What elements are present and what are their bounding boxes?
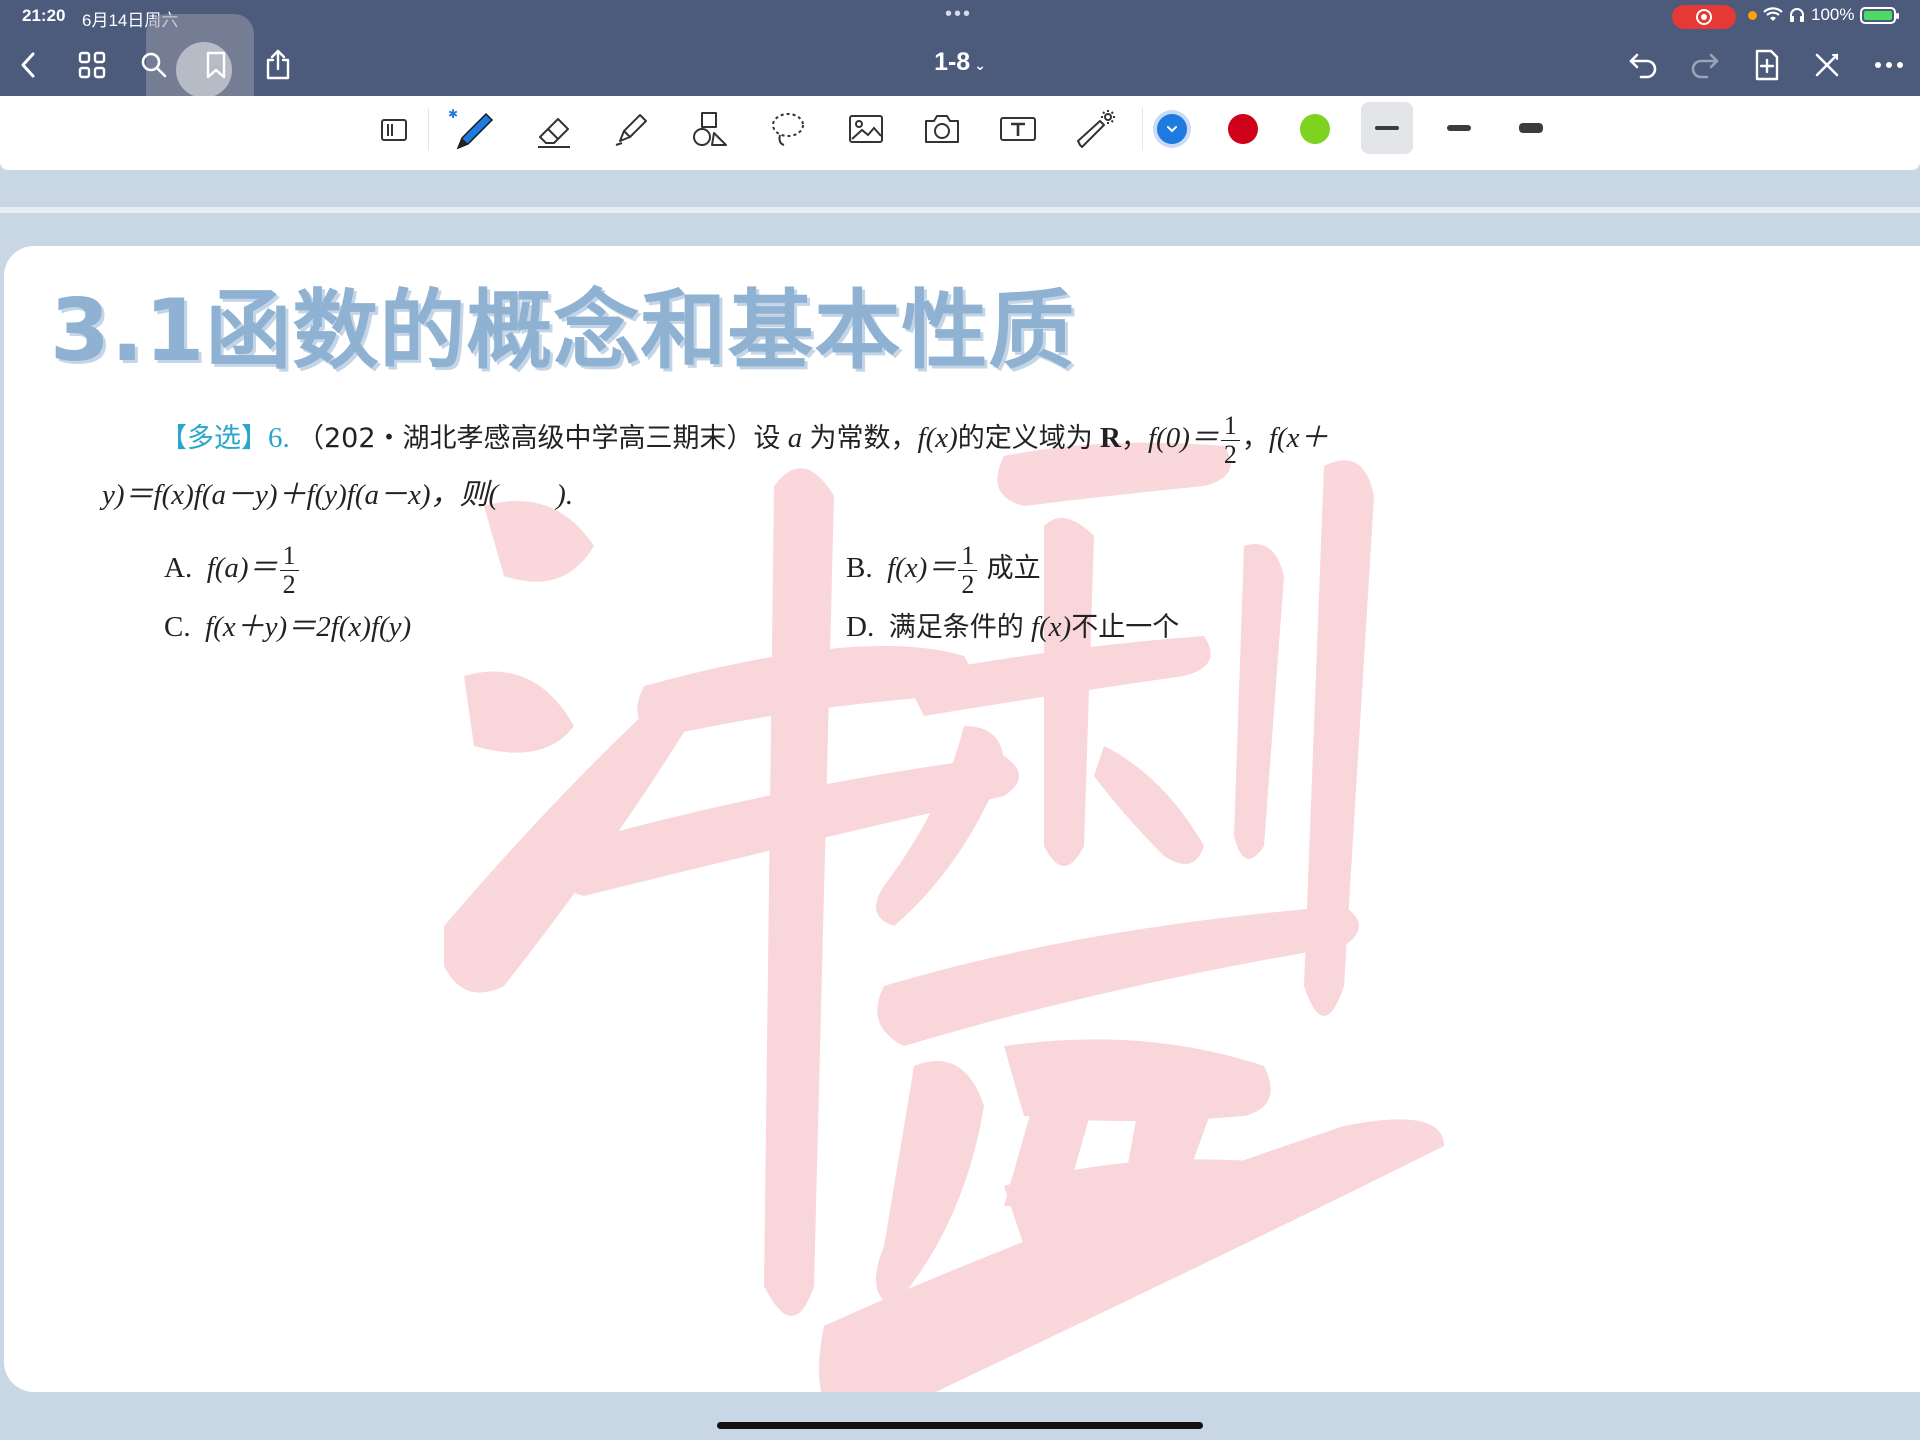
bookmark-icon[interactable] — [197, 46, 235, 84]
question-expression: y)＝f(x)f(a－y)＋f(y)f(a－x)，则( ). — [102, 479, 574, 511]
question-source: （202・湖北孝感高级中学高三期末）设 — [297, 423, 781, 455]
document-title[interactable]: 1-8 ⌄ — [900, 48, 1020, 77]
lasso-icon[interactable] — [764, 106, 812, 152]
battery-percent: 100% — [1811, 5, 1855, 24]
highlighter-icon[interactable] — [608, 106, 656, 152]
option-label: A. — [164, 552, 193, 585]
stroke-thin-icon — [1375, 126, 1399, 130]
image-icon[interactable] — [842, 106, 890, 152]
chapter-title: 3.1函数的概念和基本性质 — [50, 281, 1076, 381]
document-title-text: 1-8 — [934, 48, 971, 76]
record-icon — [1696, 9, 1712, 25]
close-icon[interactable] — [1808, 46, 1846, 84]
more-icon[interactable] — [1870, 46, 1908, 84]
top-bar: 21:20 6月14日周六 ••• 100% 1-8 ⌄ — [0, 0, 1920, 120]
fraction: 12 — [279, 542, 299, 599]
back-icon[interactable] — [10, 46, 48, 84]
fraction: 12 — [958, 542, 978, 599]
question-text: ， — [1121, 423, 1148, 455]
option-expression: f(x)＝ — [887, 552, 957, 585]
option-label: C. — [164, 611, 191, 643]
share-icon[interactable] — [259, 46, 297, 84]
annotation-toolbar: ✱ — [0, 96, 1920, 163]
page-divider — [0, 207, 1920, 213]
question-number: 6. — [268, 422, 290, 455]
stroke-medium-icon — [1447, 125, 1471, 131]
stroke-width-medium[interactable] — [1433, 102, 1485, 154]
toolbar-separator — [1142, 108, 1143, 150]
question-text: 为常数， — [809, 423, 918, 455]
option-expression: 满足条件的 — [888, 612, 1024, 643]
headphones-icon — [1790, 8, 1804, 22]
color-swatch-red[interactable] — [1228, 114, 1258, 144]
redo-icon[interactable] — [1686, 46, 1724, 84]
question-line-1: 【多选】6. （202・湖北孝感高级中学高三期末）设 a 为常数，f(x)的定义… — [160, 412, 1328, 469]
chevron-down-icon — [1167, 126, 1177, 133]
option-label: B. — [846, 552, 873, 585]
camera-icon[interactable] — [918, 106, 966, 152]
add-page-icon[interactable] — [1748, 46, 1786, 84]
shapes-icon[interactable] — [686, 106, 734, 152]
fraction-denominator: 2 — [282, 570, 296, 599]
fraction-numerator: 1 — [1220, 412, 1240, 441]
chevron-down-icon: ⌄ — [974, 57, 986, 73]
toolbar-separator — [428, 108, 429, 150]
option-d[interactable]: D. 满足条件的 f(x)不止一个 — [846, 610, 1179, 645]
pen-icon[interactable]: ✱ — [448, 106, 496, 152]
home-indicator[interactable] — [717, 1422, 1203, 1429]
fraction-numerator: 1 — [958, 542, 978, 571]
stroke-width-thick[interactable] — [1505, 102, 1557, 154]
f0-expression: f(0)＝ — [1148, 422, 1219, 455]
page-mode-icon[interactable] — [370, 106, 418, 152]
option-expression: f(a)＝ — [206, 552, 278, 585]
color-swatch-blue[interactable] — [1157, 114, 1187, 144]
function-fx: f(x) — [1030, 611, 1072, 643]
status-indicators: 100% — [1748, 5, 1900, 25]
fraction: 12 — [1220, 412, 1240, 469]
option-b[interactable]: B. f(x)＝ 1 2 成立 — [846, 542, 1041, 599]
var-a: a — [787, 422, 803, 455]
search-icon[interactable] — [135, 46, 173, 84]
question-line-2: y)＝f(x)f(a－y)＋f(y)f(a－x)，则( ). — [102, 478, 573, 512]
battery-icon — [1860, 6, 1900, 24]
screen-recording-indicator[interactable] — [1672, 5, 1736, 29]
option-suffix: 不止一个 — [1071, 612, 1180, 643]
fraction-denominator: 2 — [961, 570, 975, 599]
function-fx: f(x) — [917, 422, 958, 455]
question-text: 的定义域为 — [957, 423, 1093, 455]
laser-pointer-icon[interactable] — [1072, 106, 1120, 152]
question-text: ， — [1241, 423, 1269, 455]
undo-icon[interactable] — [1624, 46, 1662, 84]
option-label: D. — [846, 611, 875, 643]
stroke-thick-icon — [1519, 123, 1543, 133]
eraser-icon[interactable] — [530, 106, 578, 152]
option-a[interactable]: A. f(a)＝ 1 2 — [164, 542, 301, 599]
mic-indicator-icon — [1748, 10, 1757, 20]
grid-icon[interactable] — [73, 46, 111, 84]
text-box-icon[interactable] — [994, 106, 1042, 152]
fraction-denominator: 2 — [1223, 440, 1237, 469]
question-expression: f(x＋ — [1268, 422, 1329, 455]
multitask-dots[interactable]: ••• — [945, 3, 972, 26]
fraction-numerator: 1 — [279, 542, 299, 571]
color-swatch-green[interactable] — [1300, 114, 1330, 144]
svg-text:✱: ✱ — [448, 107, 458, 121]
document-page[interactable]: 3.1函数的概念和基本性质 【多选】6. （202・湖北孝感高级中学高三期末）设… — [4, 246, 1920, 1392]
question-tag: 【多选】 — [160, 423, 268, 455]
option-c[interactable]: C. f(x＋y)＝2f(x)f(y) — [164, 610, 411, 644]
option-suffix: 成立 — [986, 553, 1041, 585]
status-time: 21:20 — [22, 6, 66, 25]
option-expression: f(x＋y)＝2f(x)f(y) — [205, 611, 412, 643]
wifi-icon — [1763, 7, 1783, 21]
previous-page-edge — [0, 162, 1920, 170]
stroke-width-thin[interactable] — [1361, 102, 1413, 154]
domain-symbol: R — [1100, 422, 1121, 455]
